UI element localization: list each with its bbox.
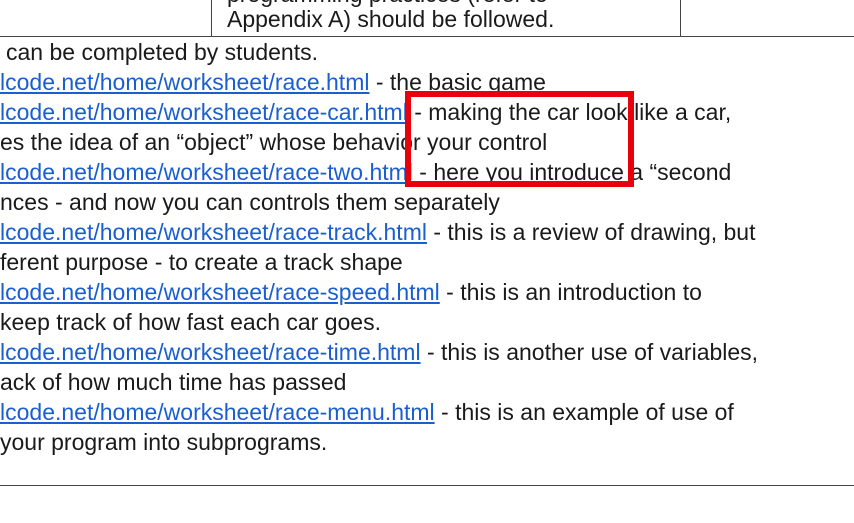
list-item-continuation: nces - and now you can controls them sep…: [0, 189, 500, 215]
worksheet-link[interactable]: lcode.net/home/worksheet/race-speed.html: [0, 279, 440, 305]
table-column-divider: [680, 0, 681, 36]
worksheet-link[interactable]: lcode.net/home/worksheet/race-time.html: [0, 339, 421, 365]
link-description: - this is another use of variables,: [420, 339, 759, 365]
list-item-continuation: keep track of how fast each car goes.: [0, 309, 381, 335]
bottom-rule: [0, 485, 854, 486]
link-description: - this is an introduction to: [439, 279, 702, 305]
list-item-continuation: your program into subprograms.: [0, 429, 328, 455]
list-item-continuation: ferent purpose - to create a track shape: [0, 249, 403, 275]
list-item: lcode.net/home/worksheet/race-track.html…: [0, 217, 756, 247]
list-item: lcode.net/home/worksheet/race-speed.html…: [0, 277, 702, 307]
worksheet-link[interactable]: lcode.net/home/worksheet/race-track.html: [0, 219, 427, 245]
worksheet-link[interactable]: lcode.net/home/worksheet/race-two.html: [0, 159, 413, 185]
list-item-continuation: ack of how much time has passed: [0, 369, 347, 395]
document-page: programming practices (refer to Appendix…: [0, 0, 854, 523]
worksheet-link[interactable]: lcode.net/home/worksheet/race-car.html: [0, 99, 408, 125]
highlight-box: [405, 91, 634, 187]
link-description: - this is an example of use of: [434, 399, 734, 425]
worksheet-link[interactable]: lcode.net/home/worksheet/race.html: [0, 69, 369, 95]
worksheet-link[interactable]: lcode.net/home/worksheet/race-menu.html: [0, 399, 435, 425]
intro-text: can be completed by students.: [6, 39, 318, 65]
list-item: lcode.net/home/worksheet/race-menu.html …: [0, 397, 734, 427]
table-fragment: programming practices (refer to Appendix…: [0, 0, 854, 37]
list-item: lcode.net/home/worksheet/race-time.html …: [0, 337, 758, 367]
table-column-divider: [211, 0, 212, 36]
link-description: - this is a review of drawing, but: [426, 219, 756, 245]
table-cell-text: Appendix A) should be followed.: [227, 6, 555, 32]
